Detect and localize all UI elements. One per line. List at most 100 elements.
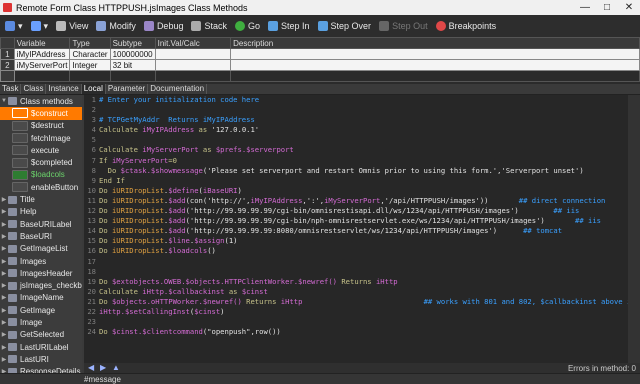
expand-right-icon[interactable]: ▶ xyxy=(0,196,8,203)
tab-class[interactable]: Class xyxy=(21,84,47,94)
code-token: ## tomcat xyxy=(497,226,563,236)
code-line[interactable]: 24 Do $cinst.$clientcommand("openpush",ro… xyxy=(84,327,640,337)
step-over-button[interactable]: Step Over xyxy=(317,21,371,31)
col-variable[interactable]: Variable xyxy=(13,37,71,49)
nav-forward-button[interactable]: ▾ xyxy=(30,21,48,32)
minimize-button[interactable]: — xyxy=(574,2,596,13)
table-row[interactable]: 2 iMyServerPort Integer 32 bit xyxy=(0,59,640,71)
forward-arrow-icon[interactable]: ▶ xyxy=(100,364,109,372)
code-line[interactable]: 13 Do iURIDropList.$add('http://99.99.99.… xyxy=(84,216,640,226)
sidebar-item[interactable]: ▶ ImageName xyxy=(0,292,82,304)
expand-right-icon[interactable]: ▶ xyxy=(0,221,8,228)
sidebar-item[interactable]: $loadcols xyxy=(0,169,82,181)
table-row[interactable]: 1 iMyIPAddress Character 100000000 xyxy=(0,48,640,60)
expand-right-icon[interactable]: ▶ xyxy=(0,294,8,301)
sidebar-item[interactable]: execute xyxy=(0,144,82,156)
code-line[interactable]: 8 Do $ctask.$showmessage('Please set ser… xyxy=(84,166,640,176)
expand-right-icon[interactable]: ▶ xyxy=(0,270,8,277)
expand-right-icon[interactable]: ▶ xyxy=(0,258,8,265)
view-button[interactable]: View xyxy=(56,21,88,31)
step-in-button[interactable]: Step In xyxy=(268,21,310,31)
code-line[interactable]: 19 Do $extobjects.OWEB.$objects.HTTPClien… xyxy=(84,277,640,287)
debug-button[interactable]: Debug xyxy=(143,21,183,31)
tab-parameter[interactable]: Parameter xyxy=(106,84,149,94)
col-subtype[interactable]: Subtype xyxy=(109,37,156,49)
sidebar-item[interactable]: ▶ jsImages_checkb xyxy=(0,279,82,291)
sidebar-item[interactable]: ▶ Title xyxy=(0,193,82,205)
go-button[interactable]: Go xyxy=(234,21,260,31)
breakpoints-button[interactable]: Breakpoints xyxy=(435,21,496,31)
sidebar-item[interactable]: ▶ ImagesHeader xyxy=(0,267,82,279)
sidebar-item[interactable]: ▶ Images xyxy=(0,255,82,267)
code-line[interactable]: 16 Do iURIDropList.$loadcols() xyxy=(84,246,640,256)
code-line[interactable]: 3 # TCPGetMyAddr Returns iMyIPAddress xyxy=(84,115,640,125)
sidebar-item[interactable]: fetchImage xyxy=(0,132,82,144)
code-line[interactable]: 22 iHttp.$setCallingInst($cinst) xyxy=(84,307,640,317)
nav-back-button[interactable]: ▾ xyxy=(5,21,23,32)
col-type[interactable]: Type xyxy=(69,37,111,49)
sidebar-item[interactable]: ▶ GetSelected xyxy=(0,329,82,341)
code-line[interactable]: 20 Calculate iHttp.$callbackinst as $cins… xyxy=(84,287,640,297)
sidebar-item[interactable]: ▶ BaseURI xyxy=(0,230,82,242)
editor-scrollbar[interactable] xyxy=(628,95,640,363)
code-line[interactable]: 15 Do iURIDropList.$line.$assign(1) xyxy=(84,236,640,246)
sidebar-item[interactable]: ▶ GetImageList xyxy=(0,243,82,255)
sidebar-item[interactable]: ▶ Image xyxy=(0,316,82,328)
table-row[interactable] xyxy=(0,70,640,82)
code-line[interactable]: 2 xyxy=(84,105,640,115)
tab-task[interactable]: Task xyxy=(0,84,22,94)
col-init[interactable]: Init.Val/Calc xyxy=(154,37,232,49)
sidebar-item[interactable]: ▶ ResponseDetails xyxy=(0,366,82,373)
code-line[interactable]: 17 xyxy=(84,257,640,267)
sidebar-item[interactable]: ▶ Help xyxy=(0,206,82,218)
sidebar-item[interactable]: ▶ LastURI xyxy=(0,353,82,365)
line-number: 1 xyxy=(91,95,96,104)
sidebar-item[interactable]: $construct xyxy=(0,107,82,120)
sidebar-item[interactable]: $completed xyxy=(0,156,82,168)
code-line[interactable]: 4 Calculate iMyIPAddress as '127.0.0.1' xyxy=(84,125,640,135)
code-line[interactable]: 10 Do iURIDropList.$define(iBaseURI) xyxy=(84,186,640,196)
expand-right-icon[interactable]: ▶ xyxy=(0,356,8,363)
sidebar-item-label: execute xyxy=(31,145,60,155)
back-arrow-icon[interactable]: ◀ xyxy=(88,364,97,372)
code-editor[interactable]: 1 # Enter your initialization code here 2 3… xyxy=(84,95,640,363)
sidebar-item[interactable]: ▶ BaseURILabel xyxy=(0,218,82,230)
tab-documentation[interactable]: Documentation xyxy=(148,84,208,94)
code-line[interactable]: 14 Do iURIDropList.$add('http://99.99.99.… xyxy=(84,226,640,236)
code-line[interactable]: 21 Do $objects.oHTTPWorker.$newref() Retu… xyxy=(84,297,640,307)
maximize-button[interactable]: □ xyxy=(596,2,618,13)
expand-right-icon[interactable]: ▶ xyxy=(0,208,8,215)
expand-down-icon[interactable]: ▼ xyxy=(0,98,8,104)
expand-right-icon[interactable]: ▶ xyxy=(0,245,8,252)
tab-instance[interactable]: Instance xyxy=(46,84,82,94)
code-line[interactable]: 9 End If xyxy=(84,176,640,186)
code-token: Do xyxy=(99,216,112,226)
code-line[interactable]: 7 If iMyServerPort=0 xyxy=(84,156,640,166)
expand-right-icon[interactable]: ▶ xyxy=(0,331,8,338)
code-line[interactable]: 18 xyxy=(84,267,640,277)
expand-right-icon[interactable]: ▶ xyxy=(0,282,8,289)
code-line[interactable]: 12 Do iURIDropList.$add('http://99.99.99.… xyxy=(84,206,640,216)
step-out-button[interactable]: Step Out xyxy=(379,21,428,31)
sidebar-item[interactable]: ▼ Class methods xyxy=(0,95,82,107)
expand-right-icon[interactable]: ▶ xyxy=(0,233,8,240)
code-line[interactable]: 1 # Enter your initialization code here xyxy=(84,95,640,105)
code-line[interactable]: 6 Calculate iMyServerPort as $prefs.$serv… xyxy=(84,145,640,155)
up-arrow-icon[interactable]: ▲ xyxy=(112,364,121,372)
sidebar-item[interactable]: $destruct xyxy=(0,120,82,132)
expand-right-icon[interactable]: ▶ xyxy=(0,307,8,314)
code-token: Do xyxy=(99,246,112,256)
tab-local[interactable]: Local xyxy=(81,84,106,94)
code-line[interactable]: 11 Do iURIDropList.$add(con('http://',iMy… xyxy=(84,196,640,206)
expand-right-icon[interactable]: ▶ xyxy=(0,319,8,326)
expand-right-icon[interactable]: ▶ xyxy=(0,344,8,351)
sidebar-item[interactable]: ▶ GetImage xyxy=(0,304,82,316)
code-line[interactable]: 23 xyxy=(84,317,640,327)
sidebar-item[interactable]: enableButton xyxy=(0,181,82,193)
close-button[interactable]: ✕ xyxy=(618,2,640,13)
code-line[interactable]: 5 xyxy=(84,135,640,145)
sidebar-item[interactable]: ▶ LastURILabel xyxy=(0,341,82,353)
stack-button[interactable]: Stack xyxy=(191,21,227,31)
col-description[interactable]: Description xyxy=(230,37,640,49)
modify-button[interactable]: Modify xyxy=(96,21,136,31)
